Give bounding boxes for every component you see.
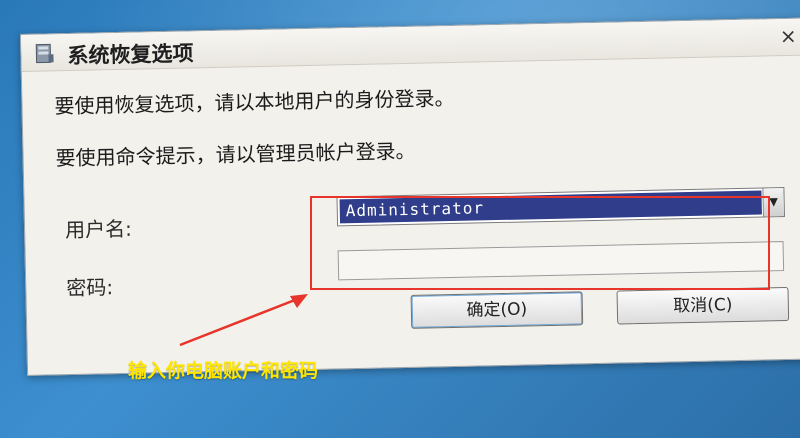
annotation-arrow xyxy=(179,294,308,347)
hint-annotation: 输入你电脑账户和密码 xyxy=(128,360,319,382)
